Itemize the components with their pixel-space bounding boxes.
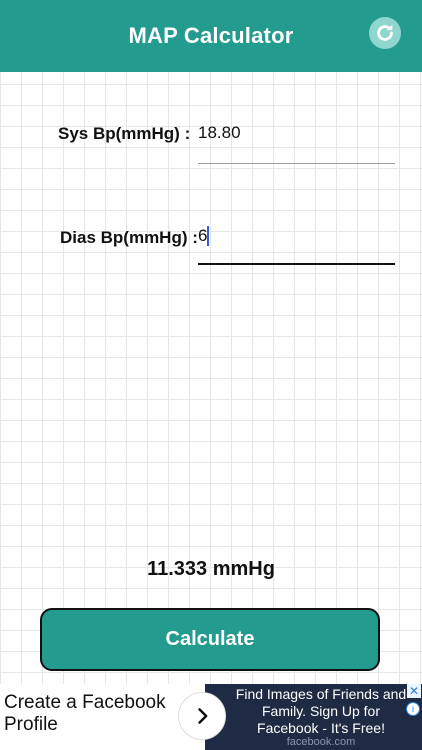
diastolic-label: Dias Bp(mmHg) : — [60, 228, 198, 247]
diastolic-input[interactable] — [198, 217, 395, 255]
diastolic-underline — [198, 263, 395, 265]
ad-source: facebook.com — [286, 736, 356, 748]
refresh-icon — [377, 24, 393, 41]
systolic-label: Sys Bp(mmHg) : — [58, 124, 191, 143]
page-title: MAP Calculator — [128, 23, 294, 48]
refresh-button[interactable] — [369, 17, 401, 49]
calculate-button[interactable]: Calculate — [40, 608, 380, 671]
systolic-underline — [198, 163, 395, 164]
ad-arrow-button[interactable] — [178, 692, 226, 740]
ad-promo-panel[interactable]: Find Images of Friends and Family. Sign … — [205, 684, 422, 750]
ad-info-icon[interactable]: i — [406, 702, 420, 716]
ad-headline[interactable]: Create a Facebook Profile — [4, 692, 179, 736]
text-cursor — [207, 226, 209, 246]
ad-banner[interactable]: Create a Facebook Profile Find Images of… — [0, 684, 422, 750]
ad-close-button[interactable]: ✕ — [407, 684, 421, 698]
app-header: MAP Calculator — [0, 0, 422, 72]
result-text: 11.333 mmHg — [147, 558, 275, 580]
chevron-right-icon — [198, 708, 208, 724]
systolic-input[interactable] — [198, 114, 395, 152]
ad-body-text: Find Images of Friends and Family. Sign … — [235, 686, 407, 736]
